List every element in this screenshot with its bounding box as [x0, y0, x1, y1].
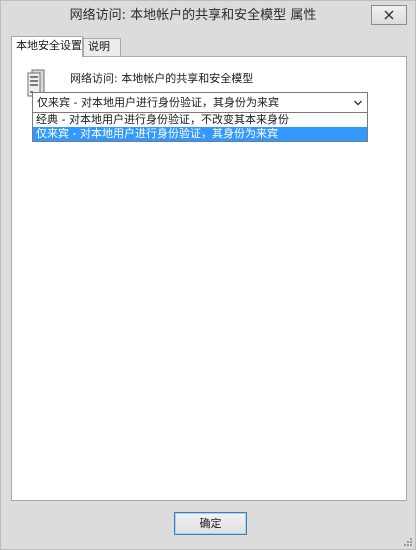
policy-name: 网络访问: 本地帐户的共享和安全模型 [70, 72, 254, 85]
window-title: 网络访问: 本地帐户的共享和安全模型 属性 [69, 8, 317, 23]
select-value: 仅来宾 - 对本地用户进行身份验证，其身份为来宾 [37, 96, 279, 109]
properties-dialog: 网络访问: 本地帐户的共享和安全模型 属性 本地安全设置 说明 网络访问: 本地… [0, 0, 416, 550]
tab-explain[interactable]: 说明 [83, 38, 121, 56]
option-classic[interactable]: 经典 - 对本地用户进行身份验证，不改变其本来身份 [33, 113, 367, 127]
option-guest-only[interactable]: 仅来宾 - 对本地用户进行身份验证，其身份为来宾 [33, 127, 367, 141]
chevron-down-icon[interactable] [353, 98, 363, 108]
resize-grip-icon[interactable] [403, 537, 413, 547]
ok-button[interactable]: 确定 [174, 512, 247, 535]
dropdown-list: 经典 - 对本地用户进行身份验证，不改变其本来身份 仅来宾 - 对本地用户进行身… [32, 113, 368, 142]
title-bar[interactable]: 网络访问: 本地帐户的共享和安全模型 属性 [1, 1, 415, 31]
close-button[interactable] [371, 5, 407, 25]
security-model-select[interactable]: 仅来宾 - 对本地用户进行身份验证，其身份为来宾 [32, 92, 368, 113]
tab-local-security-setting[interactable]: 本地安全设置 [11, 36, 83, 57]
close-icon [384, 10, 394, 20]
